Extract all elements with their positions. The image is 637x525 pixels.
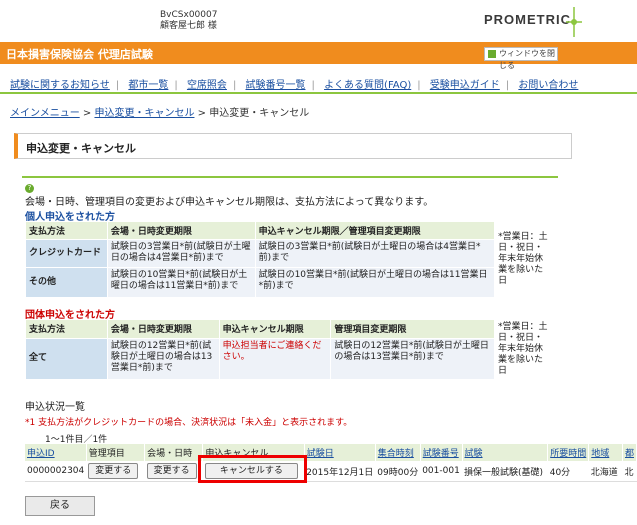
- header: BvCSx00007 顧客屋七郎 様 PROMETRIC: [0, 0, 637, 42]
- breadcrumb-change[interactable]: 申込変更・キャンセル: [94, 108, 194, 119]
- change-venue-button[interactable]: 変更する: [146, 463, 197, 479]
- application-id: 0000002304: [25, 461, 87, 482]
- col-header-exam-no[interactable]: 試験番号: [420, 444, 463, 461]
- user-info: BvCSx00007 顧客屋七郎 様: [160, 10, 217, 32]
- exam-number: 001-001: [420, 461, 463, 482]
- change-deadline-cell: 試験日の12営業日*前(試験日が土曜日の場合は13営業日*前)まで: [106, 337, 220, 381]
- divider: [22, 176, 558, 178]
- breadcrumb-current: 申込変更・キャンセル: [209, 108, 310, 119]
- method-cell: 全て: [25, 337, 108, 381]
- prometric-logo: PROMETRIC: [484, 12, 571, 27]
- cancel-deadline-cell: 試験日の3営業日*前(試験日が土曜日の場合は4営業日*前)まで: [254, 239, 496, 268]
- table-row: 0000002304 変更する 変更する キャンセルする 2015年12月1日 …: [25, 461, 637, 482]
- col-header: 申込キャンセル期限／管理項目変更期限: [254, 221, 496, 240]
- duration: 40分: [547, 461, 589, 482]
- close-window-icon: [488, 50, 496, 58]
- col-header-region[interactable]: 地域: [588, 444, 623, 461]
- status-table: 申込ID 管理項目 会場・日時 申込キャンセル 試験日 集合時刻 試験番号 試験…: [25, 444, 637, 482]
- site-title: 日本損害保険協会 代理店試験: [6, 48, 153, 61]
- menu-item-notices[interactable]: 試験に関するお知らせ: [10, 80, 110, 91]
- group-table: 支払方法 会場・日時変更期限 申込キャンセル期限 管理項目変更期限 *営業日：土…: [25, 319, 555, 381]
- menu-item-seat-inquiry[interactable]: 空席照会: [187, 80, 227, 91]
- back-button[interactable]: 戻る: [25, 496, 95, 516]
- highlight-box: [198, 455, 307, 483]
- breadcrumb: メインメニュー > 申込変更・キャンセル > 申込変更・キャンセル: [10, 108, 310, 119]
- cancel-deadline-cell: 試験日の10営業日*前(試験日が土曜日の場合は11営業日*前)まで: [254, 267, 496, 298]
- change-deadline-cell: 試験日の3営業日*前(試験日が土曜日の場合は4営業日*前)まで: [106, 239, 256, 268]
- change-deadline-cell: 試験日の10営業日*前(試験日が土曜日の場合は11営業日*前)まで: [106, 267, 256, 298]
- col-header-city[interactable]: 都: [622, 444, 637, 461]
- col-header-venue: 会場・日時: [144, 444, 204, 461]
- col-header-time[interactable]: 集合時刻: [375, 444, 421, 461]
- menu-item-guide[interactable]: 受験申込ガイド: [430, 80, 500, 91]
- col-header-manage: 管理項目: [86, 444, 146, 461]
- col-header: 支払方法: [25, 221, 108, 240]
- exam-date: 2015年12月1日: [304, 461, 376, 482]
- breadcrumb-main-menu[interactable]: メインメニュー: [10, 108, 80, 119]
- status-heading: 申込状況一覧: [25, 402, 85, 413]
- business-day-note: *営業日：土日・祝日・年末年始休業を除いた日: [494, 319, 555, 380]
- exam-name: 損保一般試験(基礎): [462, 461, 548, 482]
- cancel-deadline-cell: 申込担当者にご連絡ください。: [218, 337, 332, 381]
- method-cell: その他: [25, 267, 108, 298]
- policy-note: 会場・日時、管理項目の変更および申込キャンセル期限は、支払方法によって異なります…: [25, 197, 434, 208]
- col-header: 会場・日時変更期限: [106, 319, 220, 339]
- menu-item-contact[interactable]: お問い合わせ: [518, 80, 578, 91]
- col-header-exam[interactable]: 試験: [462, 444, 549, 461]
- status-note: *1 支払方法がクレジットカードの場合、決済状況は「未入金」と表示されます。: [25, 418, 353, 428]
- close-window-label: ウィンドウを閉じる: [499, 49, 555, 70]
- individual-table: 支払方法 会場・日時変更期限 申込キャンセル期限／管理項目変更期限 *営業日：土…: [25, 221, 555, 298]
- col-header: 管理項目変更期限: [330, 319, 496, 339]
- manage-deadline-cell: 試験日の12営業日*前(試験日が土曜日の場合は13営業日*前)まで: [330, 337, 496, 381]
- method-cell: クレジットカード: [25, 239, 108, 268]
- col-header: 申込キャンセル期限: [218, 319, 332, 339]
- col-header-duration[interactable]: 所要時間: [547, 444, 590, 461]
- info-icon: ?: [25, 182, 45, 193]
- city: 北: [622, 461, 637, 482]
- col-header-date[interactable]: 試験日: [304, 444, 376, 461]
- menu-item-cities[interactable]: 都市一覧: [128, 80, 168, 91]
- prometric-logo-mark-icon: [566, 7, 582, 37]
- page-title-box: 申込変更・キャンセル: [14, 133, 572, 159]
- menu-item-exam-numbers[interactable]: 試験番号一覧: [246, 80, 306, 91]
- close-window-button[interactable]: ウィンドウを閉じる: [484, 47, 558, 70]
- col-header-id[interactable]: 申込ID: [25, 444, 87, 461]
- user-name: 顧客屋七郎 様: [160, 21, 217, 31]
- region: 北海道: [588, 461, 623, 482]
- col-header: 支払方法: [25, 319, 108, 339]
- page-title: 申込変更・キャンセル: [26, 142, 136, 155]
- user-id: BvCSx00007: [160, 10, 218, 20]
- nav-menu: 試験に関するお知らせ | 都市一覧 | 空席照会 | 試験番号一覧 | よくある質問(F…: [0, 68, 637, 94]
- menu-item-faq[interactable]: よくある質問(FAQ): [324, 80, 411, 91]
- meeting-time: 09時00分: [375, 461, 421, 482]
- business-day-note: *営業日：土日・祝日・年末年始休業を除いた日: [494, 221, 555, 298]
- change-manage-button[interactable]: 変更する: [88, 463, 139, 479]
- col-header: 会場・日時変更期限: [106, 221, 256, 240]
